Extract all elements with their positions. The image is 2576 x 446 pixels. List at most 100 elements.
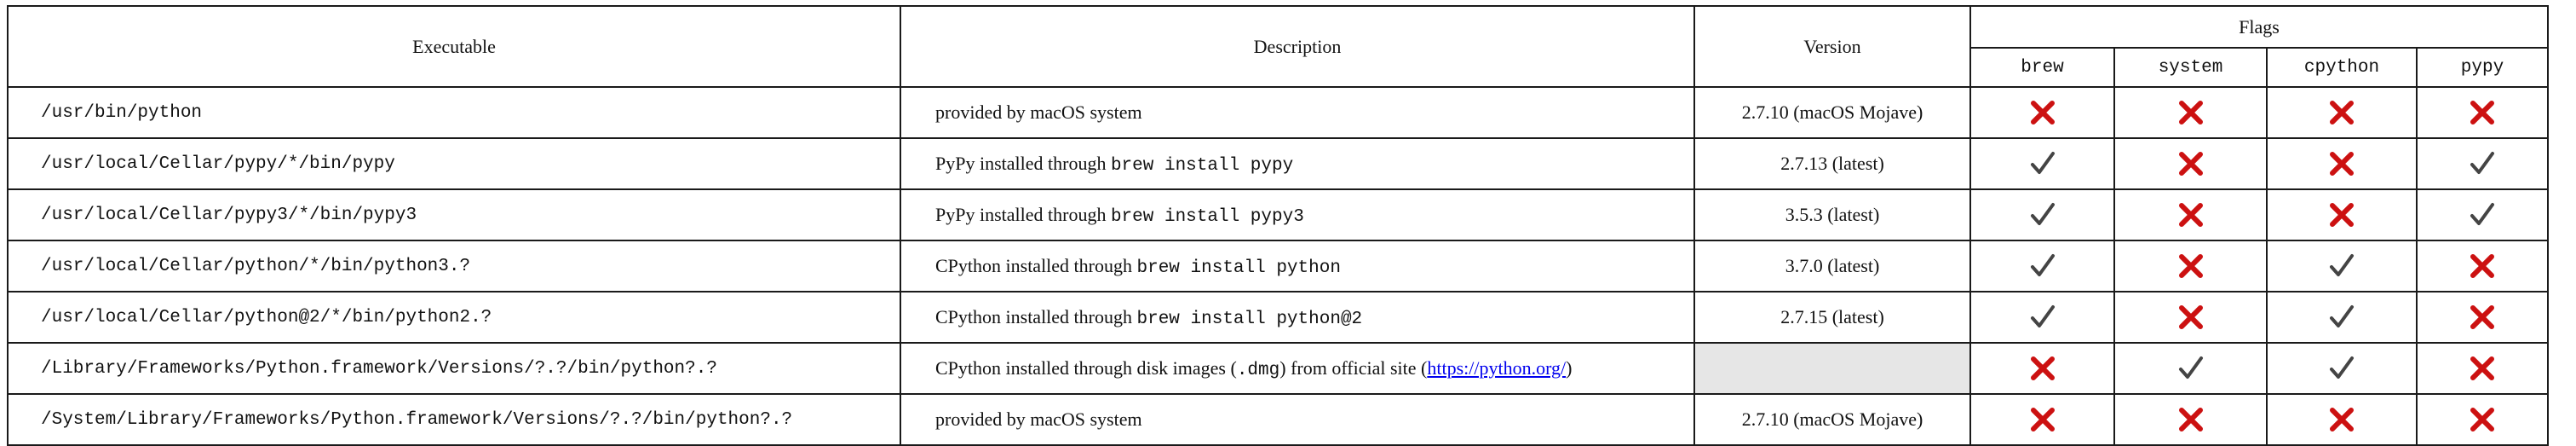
flag-cell-system: [2113, 291, 2268, 344]
description-cell: CPython installed through disk images (.…: [900, 342, 1695, 395]
table-row: /System/Library/Frameworks/Python.framew…: [7, 393, 2549, 446]
description-text: CPython installed through: [935, 254, 1137, 276]
cross-icon: [2028, 405, 2057, 434]
flag-cell-pypy: [2416, 240, 2549, 293]
description-text: provided by macOS system: [935, 408, 1142, 430]
flag-cell-brew: [1969, 137, 2115, 190]
header-flag-system: system: [2113, 47, 2268, 88]
description-cell: CPython installed through brew install p…: [900, 291, 1695, 344]
table-row: /Library/Frameworks/Python.framework/Ver…: [7, 342, 2549, 395]
cross-icon: [2028, 354, 2057, 383]
description-suffix-end: ): [1566, 356, 1573, 379]
description-text: provided by macOS system: [935, 101, 1142, 123]
description-cell: CPython installed through brew install p…: [900, 240, 1695, 293]
cross-icon: [2327, 405, 2356, 434]
cross-icon: [2468, 354, 2497, 383]
table-body: /usr/bin/python provided by macOS system 2…: [7, 86, 2549, 446]
version-cell: 3.5.3 (latest): [1693, 188, 1971, 241]
flag-cell-system: [2113, 188, 2268, 241]
cross-icon: [2028, 98, 2057, 127]
flag-cell-cpython: [2266, 86, 2418, 139]
table-row: /usr/local/Cellar/pypy/*/bin/pypy PyPy in…: [7, 137, 2549, 190]
table-row: /usr/local/Cellar/python@2/*/bin/python2…: [7, 291, 2549, 344]
cross-icon: [2176, 252, 2205, 281]
header-description: Description: [900, 5, 1695, 88]
flag-cell-cpython: [2266, 291, 2418, 344]
flag-cell-pypy: [2416, 137, 2549, 190]
description-text: PyPy installed through: [935, 152, 1111, 174]
description-suffix: ) from official site (: [1279, 356, 1428, 379]
flag-cell-system: [2113, 86, 2268, 139]
cross-icon: [2176, 405, 2205, 434]
flag-cell-brew: [1969, 240, 2115, 293]
flag-cell-pypy: [2416, 393, 2549, 446]
check-icon: [2327, 303, 2356, 332]
flag-cell-brew: [1969, 393, 2115, 446]
flag-cell-cpython: [2266, 342, 2418, 395]
description-text: CPython installed through: [935, 305, 1137, 327]
check-icon: [2327, 354, 2356, 383]
cross-icon: [2468, 98, 2497, 127]
flag-cell-brew: [1969, 86, 2115, 139]
cross-icon: [2176, 149, 2205, 178]
version-cell: 3.7.0 (latest): [1693, 240, 1971, 293]
check-icon: [2028, 252, 2057, 281]
flag-cell-pypy: [2416, 188, 2549, 241]
flag-cell-cpython: [2266, 188, 2418, 241]
header-flag-pypy: pypy: [2416, 47, 2549, 88]
header-flags: Flags: [1969, 5, 2549, 49]
cross-icon: [2327, 149, 2356, 178]
executable-path: /System/Library/Frameworks/Python.framew…: [7, 393, 901, 446]
version-cell: 2.7.10 (macOS Mojave): [1693, 86, 1971, 139]
flag-cell-system: [2113, 393, 2268, 446]
executable-path: /Library/Frameworks/Python.framework/Ver…: [7, 342, 901, 395]
description-cell: PyPy installed through brew install pypy…: [900, 188, 1695, 241]
cross-icon: [2176, 303, 2205, 332]
check-icon: [2176, 354, 2205, 383]
description-command: brew install python: [1136, 258, 1341, 278]
header-version: Version: [1693, 5, 1971, 88]
header-flag-brew: brew: [1969, 47, 2115, 88]
cross-icon: [2176, 98, 2205, 127]
cross-icon: [2327, 98, 2356, 127]
table-row: /usr/local/Cellar/python/*/bin/python3.?…: [7, 240, 2549, 293]
cross-icon: [2327, 200, 2356, 229]
version-cell: 2.7.13 (latest): [1693, 137, 1971, 190]
executable-path: /usr/local/Cellar/python@2/*/bin/python2…: [7, 291, 901, 344]
check-icon: [2468, 200, 2497, 229]
flag-cell-brew: [1969, 291, 2115, 344]
flag-cell-system: [2113, 137, 2268, 190]
version-cell-empty: [1693, 342, 1971, 395]
description-text: CPython installed through disk images (: [935, 356, 1237, 379]
flag-cell-pypy: [2416, 291, 2549, 344]
executable-path: /usr/bin/python: [7, 86, 901, 139]
python-executables-table: Executable Description Version Flags bre…: [7, 5, 2549, 446]
description-cell: provided by macOS system: [900, 86, 1695, 139]
check-icon: [2468, 149, 2497, 178]
flag-cell-cpython: [2266, 393, 2418, 446]
table-row: /usr/local/Cellar/pypy3/*/bin/pypy3 PyPy …: [7, 188, 2549, 241]
flag-cell-cpython: [2266, 240, 2418, 293]
cross-icon: [2468, 303, 2497, 332]
executable-path: /usr/local/Cellar/python/*/bin/python3.?: [7, 240, 901, 293]
check-icon: [2028, 149, 2057, 178]
check-icon: [2028, 303, 2057, 332]
python-org-link[interactable]: https://python.org/: [1427, 357, 1566, 379]
description-text: PyPy installed through: [935, 203, 1111, 225]
cross-icon: [2468, 405, 2497, 434]
description-command: brew install pypy3: [1110, 206, 1304, 227]
table-row: /usr/bin/python provided by macOS system 2…: [7, 86, 2549, 139]
flag-cell-system: [2113, 342, 2268, 395]
version-cell: 2.7.10 (macOS Mojave): [1693, 393, 1971, 446]
header-executable: Executable: [7, 5, 901, 88]
description-command: brew install pypy: [1110, 155, 1294, 176]
version-cell: 2.7.15 (latest): [1693, 291, 1971, 344]
flag-cell-cpython: [2266, 137, 2418, 190]
flag-cell-brew: [1969, 342, 2115, 395]
flag-cell-brew: [1969, 188, 2115, 241]
check-icon: [2327, 252, 2356, 281]
description-cell: PyPy installed through brew install pypy: [900, 137, 1695, 190]
cross-icon: [2176, 200, 2205, 229]
executable-path: /usr/local/Cellar/pypy3/*/bin/pypy3: [7, 188, 901, 241]
flag-cell-pypy: [2416, 342, 2549, 395]
